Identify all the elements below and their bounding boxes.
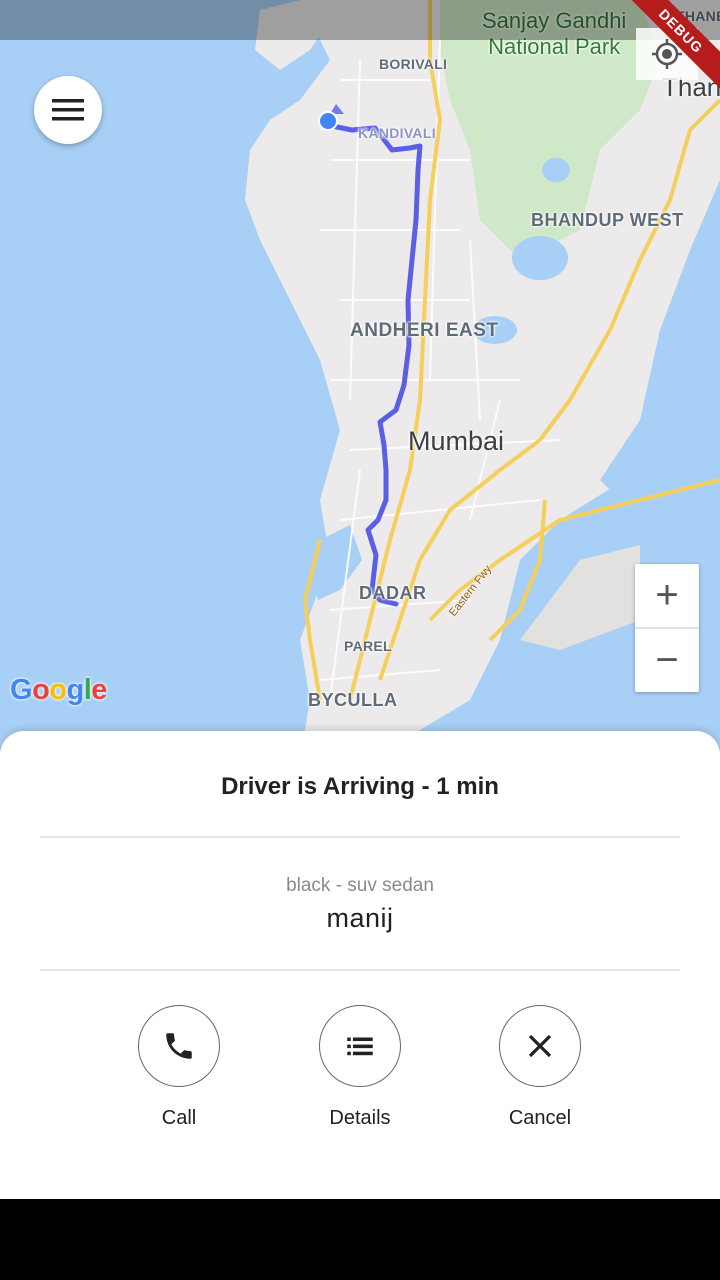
zoom-controls: + − [635,564,699,692]
current-location-dot [318,111,338,131]
call-button-circle[interactable] [138,1005,220,1087]
map-label-dadar: DADAR [359,583,427,603]
map-label-mumbai: Mumbai [408,426,505,456]
status-bar [0,0,720,40]
google-logo-letter: e [91,674,107,706]
list-icon [347,1037,373,1056]
google-logo: Google [10,674,107,707]
google-logo-letter: G [10,674,33,706]
google-logo-letter: o [49,674,67,706]
zoom-in-button[interactable]: + [635,564,699,627]
google-logo-letter: o [32,674,50,706]
map-view[interactable]: Sanjay GandhiNational Park THANE WE Than… [0,0,720,760]
map-label-kandivali: KANDIVALI [358,125,436,141]
cancel-button[interactable]: Cancel [460,1005,620,1130]
map-label-parel: PAREL [344,638,392,654]
arrival-status-title: Driver is Arriving - 1 min [221,773,499,800]
map-label-bhandup-west: BHANDUP WEST [531,210,684,230]
navigation-bar [0,1199,720,1280]
zoom-out-button[interactable]: − [635,629,699,692]
vehicle-description: black - suv sedan [286,875,434,896]
call-label: Call [161,1107,197,1129]
details-button[interactable]: Details [280,1005,440,1130]
details-label: Details [329,1107,391,1129]
driver-name: manij [326,903,394,933]
map-label-borivali: BORIVALI [379,56,448,72]
close-icon [528,1034,552,1058]
phone-icon [166,1033,192,1059]
details-button-circle[interactable] [319,1005,401,1087]
menu-button[interactable] [34,76,102,144]
map-label-andheri-east: ANDHERI EAST [350,320,499,341]
cancel-label: Cancel [508,1107,572,1129]
divider [40,969,680,971]
map-label-byculla: BYCULLA [308,690,398,710]
google-logo-letter: g [66,674,85,706]
call-button[interactable]: Call [99,1005,259,1130]
cancel-button-circle[interactable] [499,1005,581,1087]
divider [40,836,680,838]
ride-status-sheet: Driver is Arriving - 1 min black - suv s… [0,731,720,1199]
hamburger-menu-icon [52,99,84,121]
